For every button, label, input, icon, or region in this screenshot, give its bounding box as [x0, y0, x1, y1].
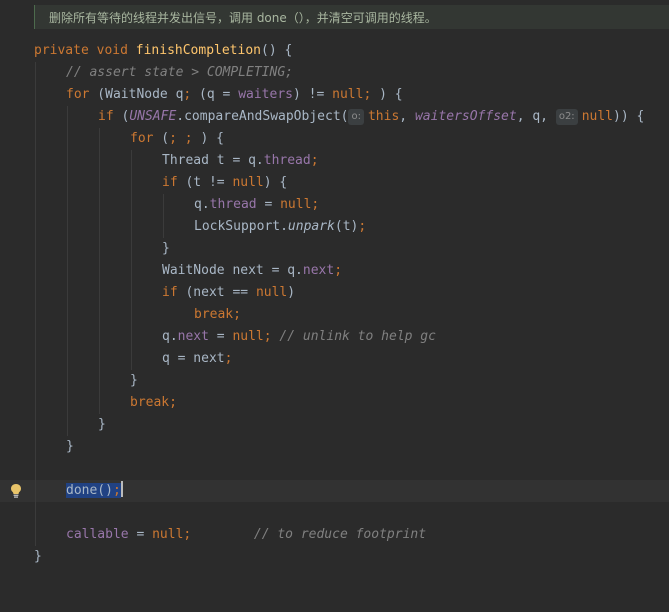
rendered-doc-comment: 删除所有等待的线程并发出信号，调用 done（），并清空可调用的线程。: [34, 5, 669, 29]
code-line[interactable]: LockSupport.unpark(t);: [0, 216, 366, 238]
keyword: void: [96, 43, 128, 58]
code-line[interactable]: for (; ; ) {: [0, 128, 224, 150]
code-line[interactable]: Thread t = q.thread;: [0, 150, 319, 172]
static-field: UNSAFE: [129, 109, 177, 124]
doc-comment-text: 删除所有等待的线程并发出信号，调用 done（），并清空可调用的线程。: [49, 11, 437, 25]
code-line[interactable]: }: [0, 238, 170, 260]
code-line[interactable]: }: [0, 370, 138, 392]
static-method: unpark: [287, 219, 335, 234]
code-editor[interactable]: 删除所有等待的线程并发出信号，调用 done（），并清空可调用的线程。 priv…: [0, 0, 669, 576]
code-line[interactable]: callable = null; // to reduce footprint: [0, 524, 426, 546]
code-line[interactable]: // assert state > COMPLETING;: [0, 62, 293, 84]
parameter-hint: o2:: [555, 109, 578, 125]
code-line[interactable]: private void finishCompletion() {: [0, 40, 292, 62]
code-line[interactable]: if (UNSAFE.compareAndSwapObject(o: this, …: [0, 106, 644, 128]
code-line[interactable]: q.next = null; // unlink to help gc: [0, 326, 436, 348]
code-line[interactable]: for (WaitNode q; (q = waiters) != null; …: [0, 84, 403, 106]
parameter-hint: o:: [348, 109, 364, 125]
code-line[interactable]: break;: [0, 304, 241, 326]
code-line[interactable]: WaitNode next = q.next;: [0, 260, 342, 282]
keyword: private: [34, 43, 89, 58]
code-line[interactable]: q = next;: [0, 348, 232, 370]
line-comment: // unlink to help gc: [271, 329, 436, 344]
code-line[interactable]: q.thread = null;: [0, 194, 319, 216]
indent-guide: [35, 62, 36, 546]
indent-guide: [163, 194, 164, 238]
selected-text: done();: [66, 483, 121, 498]
indent-guide: [131, 150, 132, 370]
code-line[interactable]: if (next == null): [0, 282, 295, 304]
method-name: finishCompletion: [135, 43, 261, 58]
indent-guide: [99, 128, 100, 414]
indent-guide: [67, 106, 68, 436]
static-field: waitersOffset: [414, 109, 517, 124]
code-line[interactable]: }: [0, 436, 74, 458]
lightbulb-icon[interactable]: [9, 483, 23, 499]
code-line[interactable]: break;: [0, 392, 177, 414]
line-comment: // to reduce footprint: [191, 527, 427, 542]
code-line[interactable]: if (t != null) {: [0, 172, 287, 194]
code-line[interactable]: }: [0, 546, 42, 568]
field-name: waiters: [238, 87, 293, 102]
line-comment: // assert state > COMPLETING;: [66, 65, 293, 80]
code-line[interactable]: }: [0, 414, 106, 436]
text-caret: [120, 481, 123, 497]
